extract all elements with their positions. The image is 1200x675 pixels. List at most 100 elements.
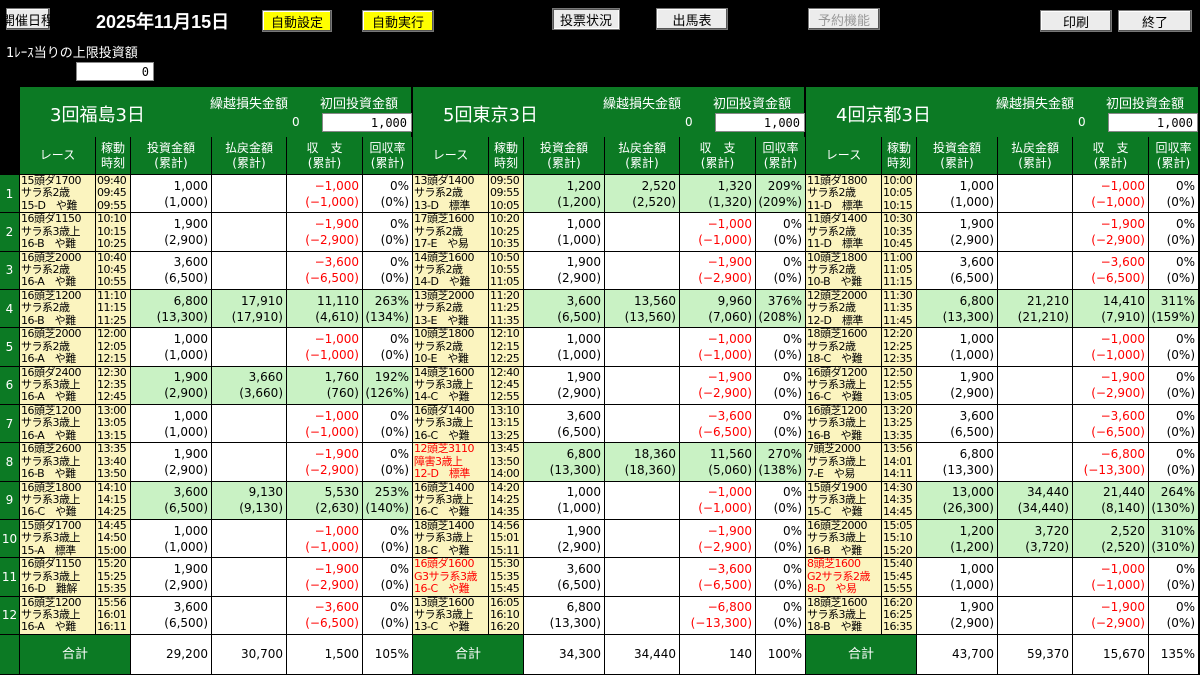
race-info[interactable]: 16頭芝2000 サラ系3歳上 16-B や難 [806, 519, 882, 559]
race-line: サラ系3歳上 [807, 416, 867, 430]
invest-amount-cumulative: (6,500) [950, 271, 994, 286]
race-info[interactable]: 14頭芝1600 サラ系3歳上 14-C や難 [413, 366, 489, 405]
balance-amount: 1,760 (760) [287, 366, 363, 405]
invest-amount-cumulative: (13,300) [942, 462, 994, 477]
print-button[interactable]: 印刷 [1040, 10, 1112, 32]
balance-amount: −3,600 (−6,500) [287, 596, 363, 635]
run-times: 13:45 13:50 14:00 [489, 443, 524, 482]
invest-amount-value: 13,000 [952, 485, 994, 500]
invest-amount-cumulative: (1,000) [557, 347, 601, 362]
reserve-button[interactable]: 予約機能 [808, 8, 880, 30]
return-rate-cumulative: (0%) [1166, 616, 1195, 631]
race-info[interactable]: 16頭ダ1600 G3サラ系3歳 16-C や難 [413, 558, 489, 597]
run-time: 11:15 [97, 301, 127, 315]
race-info[interactable]: 16頭ダ1150 サラ系3歳上 16-B や難 [20, 213, 96, 252]
exit-button[interactable]: 終了 [1118, 10, 1192, 32]
run-time: 09:55 [490, 186, 520, 200]
race-info[interactable]: 18頭芝1600 サラ系3歳上 18-B や難 [806, 596, 882, 635]
invest-amount-cumulative: (1,000) [557, 501, 601, 516]
race-info[interactable]: 11頭ダ1800 サラ系2歳 11-D 標準 [806, 175, 882, 214]
vote-status-button[interactable]: 投票状況 [552, 8, 620, 30]
race-info[interactable]: 12頭芝2000 サラ系2歳 12-D 標準 [806, 289, 882, 329]
race-line: 11頭ダ1400 [807, 213, 868, 226]
race-line: サラ系2歳 [807, 186, 856, 200]
race-info[interactable]: 10頭芝1800 サラ系2歳 10-B や難 [806, 251, 882, 290]
balance-amount: 9,960 (7,060) [680, 289, 756, 329]
race-info[interactable]: 8頭芝1600 G2サラ系2歳 8-D や易 [806, 558, 882, 597]
race-info[interactable]: 16頭芝1200 サラ系3歳上 16-A や難 [20, 596, 96, 635]
race-info[interactable]: 16頭芝1200 サラ系2歳 16-B や難 [20, 289, 96, 329]
invest-amount-cumulative: (1,000) [164, 347, 208, 362]
race-info[interactable]: 7頭芝2000 サラ系3歳上 7-E や易 [806, 443, 882, 482]
table-row: 16頭ダ1400 サラ系3歳上 16-C や難 13:10 13:15 13:25 3,60… [413, 404, 806, 444]
run-times: 10:20 10:25 10:35 [489, 213, 524, 252]
balance-amount-value: −1,000 [1100, 178, 1145, 193]
return-rate-cumulative: (0%) [1166, 462, 1195, 477]
bet-limit-input[interactable]: 0 [76, 62, 154, 81]
race-info[interactable]: 16頭ダ1150 サラ系3歳上 16-D 難解 [20, 558, 96, 597]
table-row: 16頭芝1200 サラ系3歳上 16-A や難 15:56 16:01 16:11 3,60… [20, 596, 413, 635]
race-info[interactable]: 16頭芝2600 サラ系3歳上 16-B や難 [20, 443, 96, 482]
race-info[interactable]: 15頭ダ1700 サラ系3歳上 15-A 標準 [20, 519, 96, 559]
race-info[interactable]: 18頭芝1400 サラ系3歳上 18-C や難 [413, 519, 489, 559]
race-info[interactable]: 17頭芝1600 サラ系2歳 17-E や易 [413, 213, 489, 252]
balance-amount: −3,600 (−6,500) [1073, 404, 1149, 444]
race-info[interactable]: 16頭芝1200 サラ系3歳上 16-A や難 [20, 404, 96, 444]
run-times: 15:20 15:25 15:35 [96, 558, 131, 597]
row-number: 1 [0, 175, 20, 214]
table-row: 16頭芝2600 サラ系3歳上 16-B や難 13:35 13:40 13:50 1,90… [20, 443, 413, 482]
carryover-loss-label: 繰越損失金額 [603, 97, 682, 112]
initial-bet-input[interactable]: 1,000 [1108, 113, 1198, 132]
run-time: 15:11 [490, 543, 520, 557]
race-info[interactable]: 16頭芝1800 サラ系3歳上 16-C や難 [20, 481, 96, 520]
race-info[interactable]: 16頭芝2000 サラ系2歳 16-A や難 [20, 251, 96, 290]
refund-amount-value: 18,360 [634, 446, 676, 461]
race-info[interactable]: 16頭芝1400 サラ系3歳上 16-C や難 [413, 481, 489, 520]
run-times: 16:20 16:25 16:35 [882, 596, 917, 635]
run-time: 15:00 [97, 543, 127, 557]
invest-amount: 1,000 (1,000) [131, 404, 212, 444]
refund-amount [998, 558, 1073, 597]
invest-amount-value: 1,000 [566, 331, 601, 346]
race-info[interactable]: 16頭ダ1200 サラ系3歳上 16-C や難 [806, 366, 882, 405]
race-line: サラ系3歳上 [807, 531, 867, 545]
race-info[interactable]: 10頭芝1800 サラ系2歳 10-E や難 [413, 328, 489, 367]
auto-set-button[interactable]: 自動設定 [262, 10, 332, 32]
invest-amount-value: 1,000 [566, 485, 601, 500]
venue-name: 3回福島3日 [50, 105, 145, 126]
refund-amount-value: 3,660 [248, 370, 283, 385]
race-info[interactable]: 14頭芝1600 サラ系2歳 14-D や難 [413, 251, 489, 290]
auto-run-button[interactable]: 自動実行 [362, 10, 434, 32]
race-info[interactable]: 16頭芝1200 サラ系3歳上 16-B や難 [806, 404, 882, 444]
entries-button[interactable]: 出馬表 [656, 8, 728, 30]
balance-amount: −1,900 (−2,900) [287, 213, 363, 252]
return-rate-cumulative: (0%) [1166, 386, 1195, 401]
race-info[interactable]: 16頭ダ1400 サラ系3歳上 16-C や難 [413, 404, 489, 444]
race-info[interactable]: 13頭芝2000 サラ系2歳 13-E や難 [413, 289, 489, 329]
race-info[interactable]: 12頭芝3110 障害3歳上 12-D 標準 [413, 443, 489, 482]
refund-amount-value: 13,560 [634, 293, 676, 308]
return-rate-cumulative: (0%) [380, 462, 409, 477]
race-info[interactable]: 13頭芝1600 サラ系3歳上 13-C や難 [413, 596, 489, 635]
run-time: 09:45 [97, 186, 127, 200]
initial-bet-input[interactable]: 1,000 [322, 113, 412, 132]
race-info[interactable]: 16頭芝2000 サラ系2歳 16-A や難 [20, 328, 96, 367]
race-info[interactable]: 13頭ダ1400 サラ系2歳 13-D 標準 [413, 175, 489, 214]
return-rate-cumulative: (130%) [1151, 501, 1195, 516]
return-rate-cumulative: (310%) [1151, 539, 1195, 554]
race-info[interactable]: 11頭ダ1400 サラ系2歳 11-D 標準 [806, 213, 882, 252]
race-info[interactable]: 18頭芝1600 サラ系2歳 18-C や難 [806, 328, 882, 367]
race-line: サラ系3歳上 [414, 531, 474, 545]
run-time: 15:01 [490, 531, 520, 545]
race-info[interactable]: 16頭ダ2400 サラ系3歳上 16-A や難 [20, 366, 96, 405]
invest-amount: 1,000 (1,000) [917, 175, 998, 214]
invest-amount-value: 1,000 [959, 331, 994, 346]
race-info[interactable]: 15頭ダ1900 サラ系3歳上 15-C や難 [806, 481, 882, 520]
race-line: サラ系3歳上 [414, 416, 474, 430]
initial-bet-input[interactable]: 1,000 [715, 113, 805, 132]
invest-amount-value: 1,900 [173, 370, 208, 385]
refund-amount [605, 328, 680, 367]
schedule-button[interactable]: 開催日程 [2, 8, 54, 30]
race-info[interactable]: 15頭ダ1700 サラ系2歳 15-D や難 [20, 175, 96, 214]
return-rate-value: 0% [1175, 255, 1195, 270]
